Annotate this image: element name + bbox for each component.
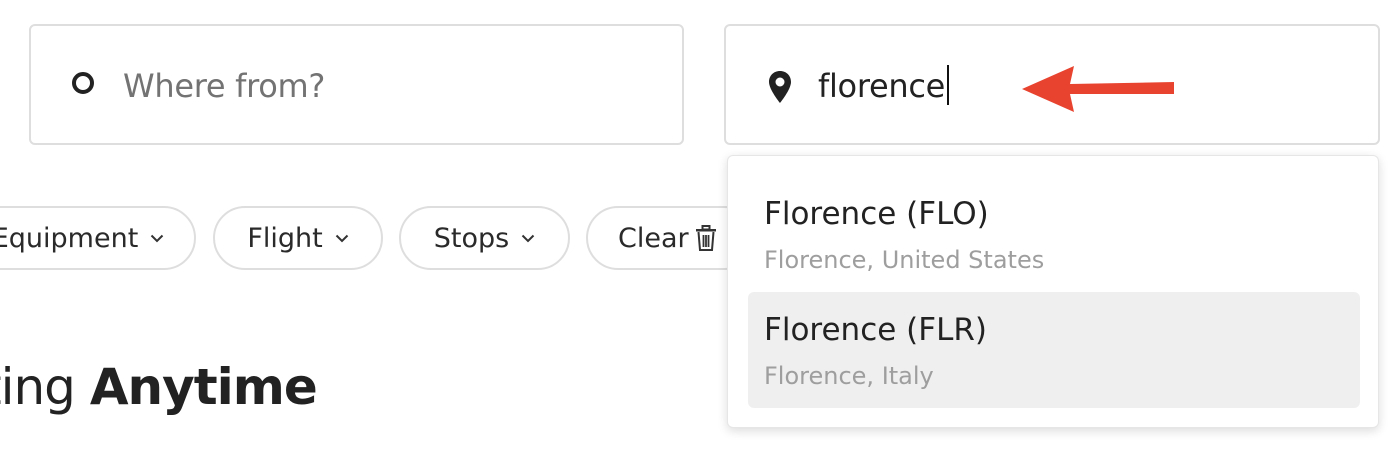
suggestion-title: Florence (FLR) <box>764 312 987 348</box>
filter-equipment-button[interactable]: Equipment <box>0 206 196 270</box>
suggestion-option-highlighted[interactable]: Florence (FLR) Florence, Italy <box>748 292 1360 408</box>
suggestion-title: Florence (FLO) <box>764 196 989 232</box>
origin-input[interactable]: Where from? <box>29 24 684 145</box>
filter-flight-button[interactable]: Flight <box>213 206 383 270</box>
filter-flight-label: Flight <box>247 222 323 254</box>
flight-search-page: Where from? florence Equipment Flight St… <box>0 0 1399 462</box>
filter-stops-label: Stops <box>433 222 510 254</box>
origin-placeholder: Where from? <box>123 67 326 105</box>
chevron-down-icon <box>151 234 164 242</box>
suggestion-subtitle: Florence, Italy <box>764 362 934 390</box>
clear-filters-label: Clear <box>618 222 689 254</box>
location-pin-icon <box>769 71 791 103</box>
heading-prefix: ting <box>0 358 76 416</box>
red-arrow-icon <box>1022 66 1174 112</box>
suggestion-subtitle: Florence, United States <box>764 246 1045 274</box>
destination-value-wrapper: florence <box>818 26 950 147</box>
heading-emphasis: Anytime <box>89 358 318 416</box>
chevron-down-icon <box>335 234 348 242</box>
destination-suggestions-dropdown: Florence (FLO) Florence, United States F… <box>727 155 1379 428</box>
filter-equipment-label: Equipment <box>0 222 139 254</box>
text-caret <box>947 65 950 105</box>
origin-circle-icon <box>72 72 94 94</box>
filter-stops-button[interactable]: Stops <box>399 206 570 270</box>
trash-icon <box>695 225 716 251</box>
destination-value: florence <box>818 67 946 105</box>
section-heading: ting Anytime <box>0 358 318 416</box>
suggestion-option[interactable]: Florence (FLO) Florence, United States <box>748 176 1360 292</box>
chevron-down-icon <box>522 234 535 242</box>
